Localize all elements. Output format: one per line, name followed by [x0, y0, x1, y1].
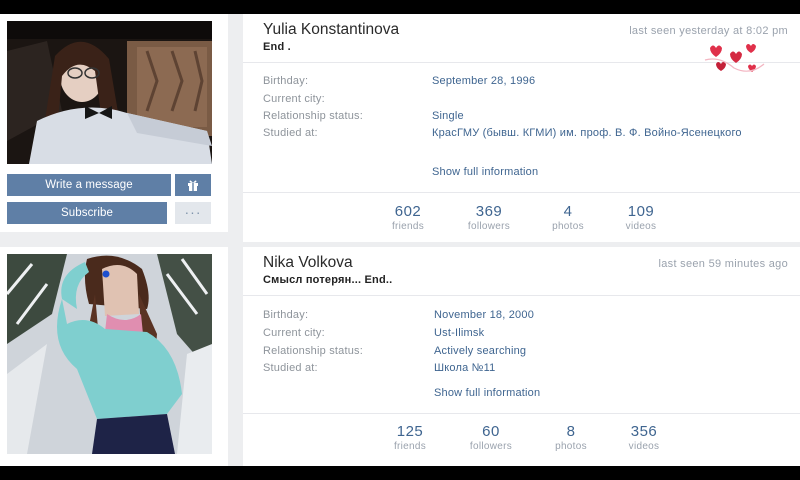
profile-status: End . [263, 41, 291, 53]
stat-photos[interactable]: 8 photos [536, 423, 606, 452]
stat-label: friends [391, 221, 425, 232]
avatar-photo-2 [7, 254, 212, 454]
screen: Write a message Subscribe ··· Yulia Kons… [0, 14, 800, 466]
left-column: Write a message Subscribe ··· [0, 14, 228, 466]
divider [243, 413, 800, 414]
stat-followers[interactable]: 369 followers [454, 203, 524, 232]
relationship-status-value[interactable]: Single [432, 109, 464, 123]
profile-name[interactable]: Nika Volkova [263, 254, 353, 272]
birthday-label: Birthday: [263, 75, 309, 87]
stat-label: videos [628, 441, 660, 452]
stat-followers[interactable]: 60 followers [456, 423, 526, 452]
stat-label: videos [625, 221, 657, 232]
subscribe-button[interactable]: Subscribe [7, 202, 167, 224]
stat-count: 125 [396, 423, 424, 440]
relationship-status-label: Relationship status: [263, 110, 363, 122]
relationship-status-value[interactable]: Actively searching [434, 344, 526, 358]
stat-videos[interactable]: 109 videos [606, 203, 676, 232]
birthday-value[interactable]: November 18, 2000 [434, 308, 534, 322]
divider [243, 295, 800, 296]
profile-photo-card-1: Write a message Subscribe ··· [0, 14, 228, 232]
stat-count: 109 [627, 203, 655, 220]
stat-count: 4 [563, 203, 573, 220]
stat-label: photos [555, 441, 587, 452]
relationship-status-label: Relationship status: [263, 345, 363, 357]
show-full-information-link[interactable]: Show full information [432, 166, 538, 178]
current-city-value[interactable]: Ust-Ilimsk [434, 326, 484, 340]
profile-card-2: Nika Volkova Смысл потерян... End.. last… [243, 247, 800, 466]
divider [243, 192, 800, 193]
studied-at-label: Studied at: [263, 127, 318, 139]
last-seen: last seen 59 minutes ago [658, 258, 788, 270]
profile-name[interactable]: Yulia Konstantinova [263, 21, 399, 39]
gift-button[interactable] [175, 174, 211, 196]
stat-count: 369 [475, 203, 503, 220]
avatar[interactable] [7, 21, 212, 164]
stat-label: friends [393, 441, 427, 452]
avatar-photo-1 [7, 21, 212, 164]
stat-label: followers [467, 221, 511, 232]
avatar[interactable] [7, 254, 212, 454]
show-full-information-link[interactable]: Show full information [434, 387, 540, 399]
stat-friends[interactable]: 125 friends [375, 423, 445, 452]
gift-icon [188, 180, 198, 191]
studied-at-label: Studied at: [263, 362, 318, 374]
birthday-value[interactable]: September 28, 1996 [432, 74, 535, 88]
stat-photos[interactable]: 4 photos [533, 203, 603, 232]
write-message-button[interactable]: Write a message [7, 174, 171, 196]
stat-count: 356 [630, 423, 658, 440]
studied-at-value[interactable]: Школа №11 [434, 361, 496, 375]
right-column: Yulia Konstantinova End . last seen yest… [243, 14, 800, 466]
current-city-label: Current city: [263, 93, 325, 105]
stat-label: photos [552, 221, 584, 232]
stat-count: 602 [394, 203, 422, 220]
more-options-button[interactable]: ··· [175, 202, 211, 224]
stat-friends[interactable]: 602 friends [373, 203, 443, 232]
studied-at-value[interactable]: КрасГМУ (бывш. КГМИ) им. проф. В. Ф. Вой… [432, 126, 762, 140]
stat-count: 8 [566, 423, 576, 440]
stat-count: 60 [482, 423, 500, 440]
stat-label: followers [469, 441, 513, 452]
last-seen: last seen yesterday at 8:02 pm [629, 25, 788, 37]
birthday-label: Birthday: [263, 309, 309, 321]
stat-videos[interactable]: 356 videos [609, 423, 679, 452]
current-city-label: Current city: [263, 327, 325, 339]
profile-status: Смысл потерян... End.. [263, 274, 393, 286]
hearts-watermark-icon [704, 44, 765, 72]
